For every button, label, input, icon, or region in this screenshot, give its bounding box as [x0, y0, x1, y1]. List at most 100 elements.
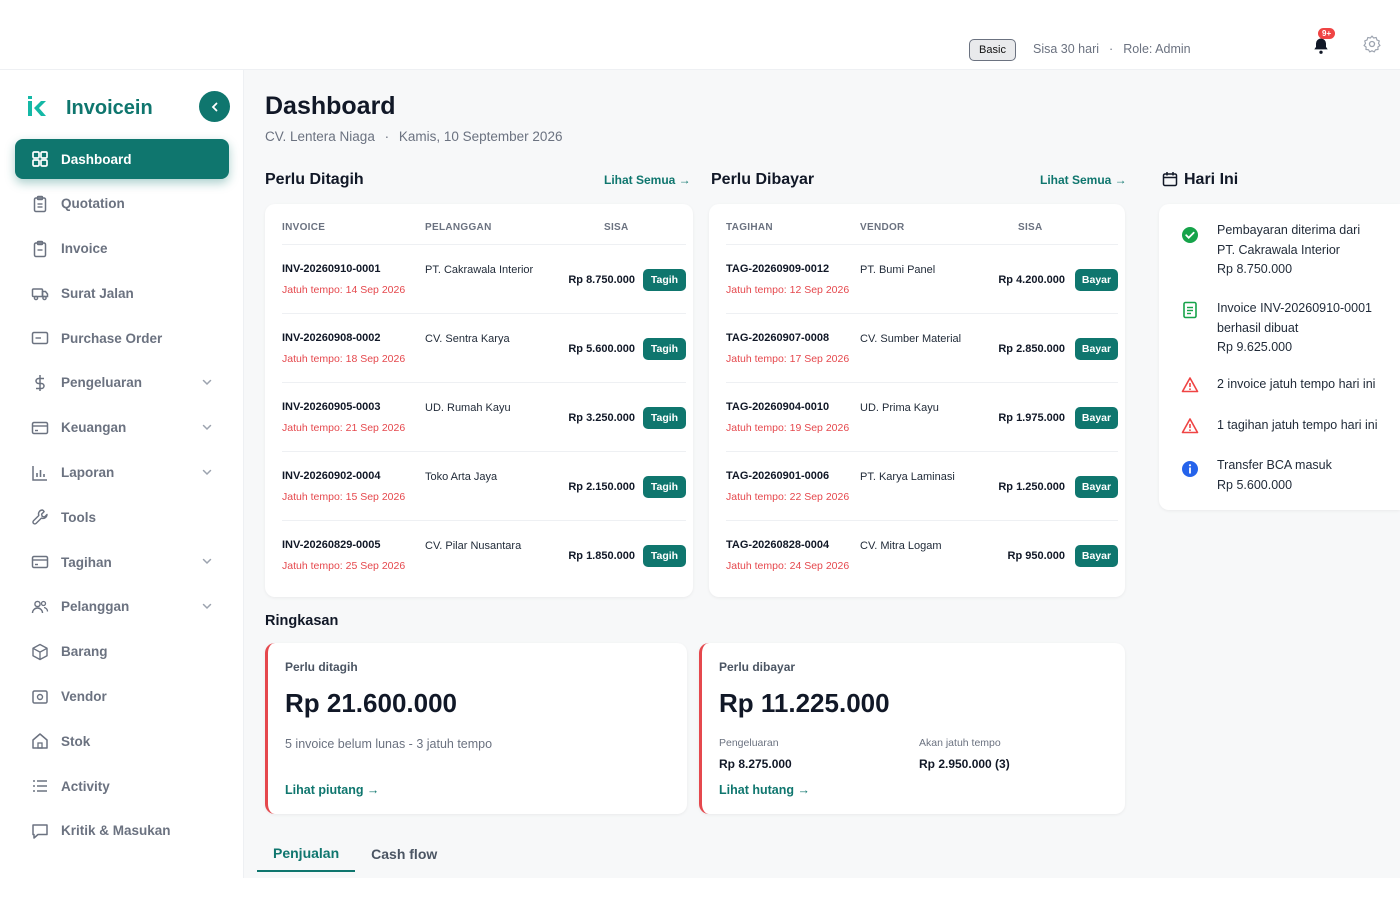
sidebar-item-pengeluaran[interactable]: Pengeluaran — [15, 363, 229, 403]
document-code[interactable]: INV-20260905-0003 — [282, 401, 380, 413]
top-bar: Basic Sisa 30 hari · Role: Admin 9+ — [0, 0, 1400, 70]
amount-remaining: Rp 950.000 — [1007, 550, 1065, 562]
pay-button[interactable]: Bayar — [1075, 338, 1118, 360]
sidebar-item-pelanggan[interactable]: Pelanggan — [15, 587, 229, 627]
table-row[interactable]: INV-20260902-0004 Jatuh tempo: 15 Sep 202… — [282, 451, 686, 520]
box-icon — [31, 643, 49, 661]
party-name: CV. Sumber Material — [860, 333, 962, 345]
receivables-see-all-link[interactable]: Lihat Semua → — [604, 173, 691, 187]
sidebar: Invoicein Dashboard Quotation Invoice Surat… — [0, 70, 244, 878]
bill-button[interactable]: Tagih — [643, 407, 686, 429]
due-date: Jatuh tempo: 25 Sep 2026 — [282, 560, 406, 572]
sidebar-item-stok[interactable]: Stok — [15, 721, 229, 761]
table-row[interactable]: TAG-20260904-0010 Jatuh tempo: 19 Sep 202… — [726, 382, 1118, 451]
today-item: Transfer BCA masuk Rp 5.600.000 — [1217, 456, 1332, 495]
view-payables-link[interactable]: Lihat hutang → — [719, 783, 810, 797]
today-item: Pembayaran diterima dari PT. Cakrawala I… — [1217, 221, 1360, 280]
collapse-sidebar-button[interactable] — [199, 91, 230, 122]
sidebar-item-invoice[interactable]: Invoice — [15, 229, 229, 269]
party-name: UD. Prima Kayu — [860, 402, 939, 414]
payables-title: Perlu Dibayar — [711, 171, 815, 188]
table-row[interactable]: INV-20260910-0001 Jatuh tempo: 14 Sep 202… — [282, 244, 686, 313]
sidebar-item-purchase-order[interactable]: Purchase Order — [15, 318, 229, 358]
due-date: Jatuh tempo: 15 Sep 2026 — [282, 491, 406, 503]
bill-button[interactable]: Tagih — [643, 338, 686, 360]
table-row[interactable]: TAG-20260901-0006 Jatuh tempo: 22 Sep 202… — [726, 451, 1118, 520]
document-code[interactable]: INV-20260908-0002 — [282, 332, 380, 344]
amount-remaining: Rp 2.150.000 — [568, 481, 635, 493]
gear-icon[interactable] — [1362, 34, 1382, 54]
today-item: 1 tagihan jatuh tempo hari ini — [1217, 416, 1378, 436]
card-icon — [31, 329, 49, 347]
amount-remaining: Rp 8.750.000 — [568, 274, 635, 286]
sidebar-item-activity[interactable]: Activity — [15, 766, 229, 806]
warning-icon — [1181, 377, 1199, 393]
brand[interactable]: Invoicein — [16, 94, 153, 122]
document-code[interactable]: TAG-20260904-0010 — [726, 401, 829, 413]
sidebar-item-kritik-masukan[interactable]: Kritik & Masukan — [15, 811, 229, 851]
due-soon-label: Akan jatuh tempo — [919, 737, 1001, 749]
pay-button[interactable]: Bayar — [1075, 545, 1118, 567]
sidebar-item-quotation[interactable]: Quotation — [15, 184, 229, 224]
sidebar-item-vendor[interactable]: Vendor — [15, 677, 229, 717]
bill-button[interactable]: Tagih — [643, 269, 686, 291]
sidebar-item-label: Purchase Order — [61, 330, 163, 346]
receivables-title: Perlu Ditagih — [265, 171, 364, 188]
payables-see-all-link[interactable]: Lihat Semua → — [1040, 173, 1127, 187]
sidebar-item-laporan[interactable]: Laporan — [15, 453, 229, 493]
sidebar-item-label: Invoice — [61, 241, 108, 257]
sidebar-item-label: Surat Jalan — [61, 285, 134, 301]
bell-icon[interactable] — [1311, 36, 1331, 56]
wrench-icon — [31, 508, 49, 526]
chevron-down-icon — [202, 603, 212, 610]
table-row[interactable]: INV-20260908-0002 Jatuh tempo: 18 Sep 202… — [282, 313, 686, 382]
sidebar-item-tagihan[interactable]: Tagihan — [15, 542, 229, 582]
sidebar-item-surat-jalan[interactable]: Surat Jalan — [15, 273, 229, 313]
bill-button[interactable]: Tagih — [643, 545, 686, 567]
sidebar-item-label: Vendor — [61, 689, 107, 705]
plan-badge[interactable]: Basic — [969, 39, 1016, 61]
bill-button[interactable]: Tagih — [643, 476, 686, 498]
calendar-icon — [1162, 172, 1178, 187]
company-name: CV. Lentera Niaga — [265, 129, 375, 144]
sidebar-item-tools[interactable]: Tools — [15, 497, 229, 537]
vendor-icon — [31, 688, 49, 706]
chevron-down-icon — [202, 379, 212, 386]
document-code[interactable]: INV-20260829-0005 — [282, 539, 380, 551]
grid-icon — [31, 150, 49, 168]
subtitle-separator: · — [384, 129, 390, 144]
sidebar-item-label: Activity — [61, 778, 110, 794]
today-item-line: Rp 9.625.000 — [1217, 340, 1293, 354]
current-date: Kamis, 10 September 2026 — [398, 129, 563, 144]
sidebar-item-dashboard[interactable]: Dashboard — [15, 139, 229, 179]
users-icon — [31, 598, 49, 616]
today-item-line: Transfer BCA masuk — [1217, 458, 1332, 472]
table-row[interactable]: TAG-20260909-0012 Jatuh tempo: 12 Sep 202… — [726, 244, 1118, 313]
document-code[interactable]: TAG-20260828-0004 — [726, 539, 829, 551]
document-code[interactable]: TAG-20260901-0006 — [726, 470, 829, 482]
column-header: PELANGGAN — [425, 222, 492, 233]
today-item-line: Pembayaran diterima dari — [1217, 223, 1361, 237]
pay-button[interactable]: Bayar — [1075, 269, 1118, 291]
sidebar-item-keuangan[interactable]: Keuangan — [15, 408, 229, 448]
pay-button[interactable]: Bayar — [1075, 476, 1118, 498]
brand-logo-icon — [28, 96, 46, 116]
table-row[interactable]: INV-20260905-0003 Jatuh tempo: 21 Sep 202… — [282, 382, 686, 451]
table-row[interactable]: INV-20260829-0005 Jatuh tempo: 25 Sep 202… — [282, 520, 686, 589]
tab-cash-flow[interactable]: Cash flow — [355, 836, 453, 872]
party-name: CV. Pilar Nusantara — [425, 540, 522, 552]
payables-table: TAGIHAN VENDOR SISA TAG-20260909-0012 Jat… — [709, 204, 1125, 597]
tab-penjualan[interactable]: Penjualan — [257, 836, 356, 872]
table-row[interactable]: TAG-20260907-0008 Jatuh tempo: 17 Sep 202… — [726, 313, 1118, 382]
document-code[interactable]: TAG-20260909-0012 — [726, 263, 829, 275]
document-code[interactable]: TAG-20260907-0008 — [726, 332, 829, 344]
user-role: Role: Admin — [1123, 42, 1191, 56]
today-item: 2 invoice jatuh tempo hari ini — [1217, 375, 1375, 395]
view-receivables-link[interactable]: Lihat piutang → — [285, 783, 379, 797]
pay-button[interactable]: Bayar — [1075, 407, 1118, 429]
today-item-line: berhasil dibuat — [1217, 320, 1299, 335]
table-row[interactable]: TAG-20260828-0004 Jatuh tempo: 24 Sep 202… — [726, 520, 1118, 589]
sidebar-item-barang[interactable]: Barang — [15, 632, 229, 672]
document-code[interactable]: INV-20260910-0001 — [282, 263, 380, 275]
document-code[interactable]: INV-20260902-0004 — [282, 470, 380, 482]
